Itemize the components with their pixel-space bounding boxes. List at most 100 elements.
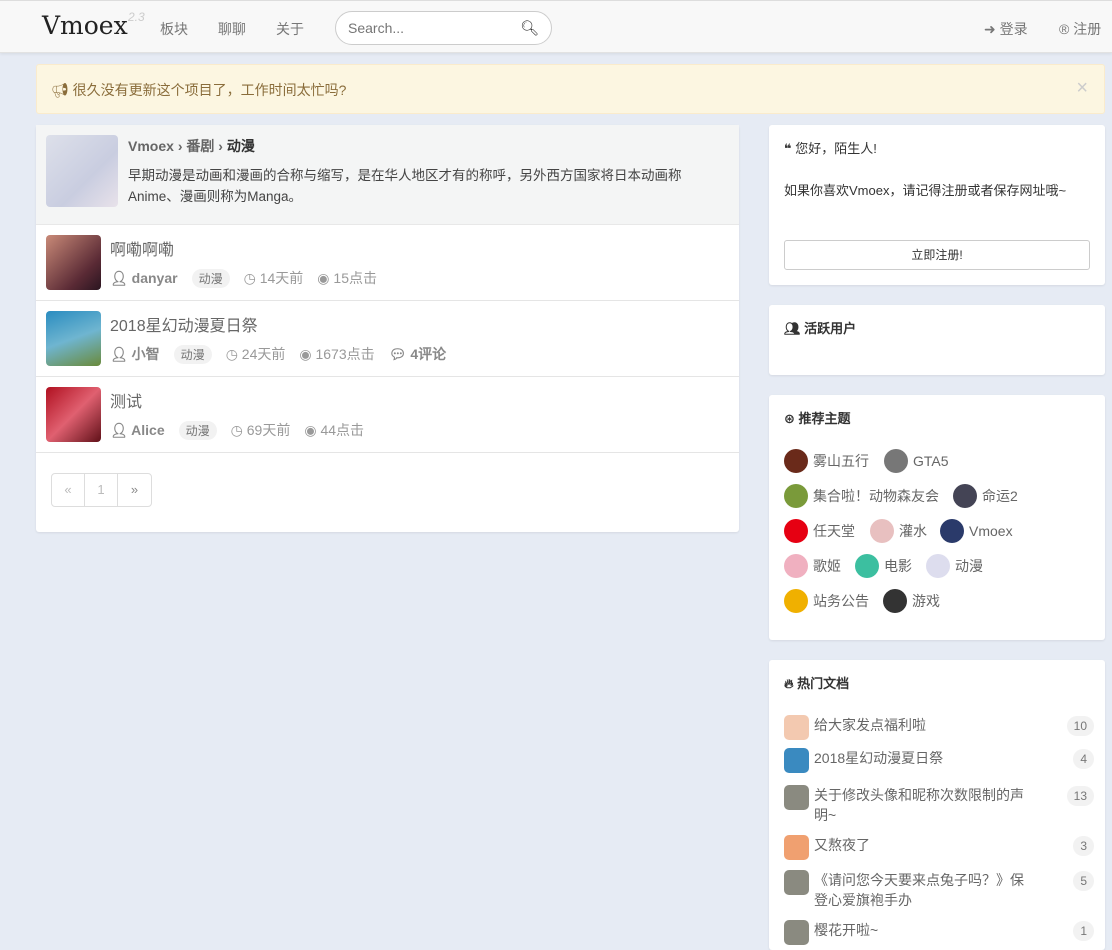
doc-title[interactable]: 樱花开啦~ [814,920,1029,940]
next-page[interactable]: » [118,474,151,506]
recommended-topics-panel: ⊛ 推荐主题 雾山五行 GTA5 集合啦！动物森友会 命运2 任天堂 灌水 Vmoex 歌姬 电… [769,395,1105,640]
topic-item[interactable]: 集合啦！动物森友会 [784,484,939,508]
topic-label: 电影 [884,558,912,574]
post-row[interactable]: 测试 👤︎ Alice 动漫 ◷ 69天前 ◉ 44点击 [36,377,739,453]
post-tag[interactable]: 动漫 [173,344,212,364]
welcome-panel: ❝ 您好，陌生人! 如果你喜欢Vmoex，请记得注册或者保存网址哦~ 立即注册! [769,125,1105,285]
hot-docs-panel: 🔥︎ 热门文档 给大家发点福利啦 10 2018星幻动漫夏日祭 4 关于修改头像和昵称次… [769,660,1105,950]
post-author[interactable]: 👤︎ danyar [110,270,178,287]
doc-count-badge: 3 [1073,836,1094,856]
hot-label: 热门文档 [797,676,850,691]
topic-item[interactable]: Vmoex [940,519,1013,543]
post-views: ◉ 1673点击 [299,346,375,362]
hot-title: 🔥︎ 热门文档 [784,673,849,692]
topic-icon [784,449,808,473]
doc-title[interactable]: 2018星幻动漫夏日祭 [814,748,1029,768]
doc-avatar [784,870,809,895]
topic-item[interactable]: 站务公告 [784,589,869,613]
nav-chat[interactable]: 聊聊 [218,19,246,39]
author-name: Alice [131,421,165,438]
node-avatar [46,135,118,207]
topic-item[interactable]: GTA5 [884,449,949,473]
node-description: 早期动漫是动画和漫画的合称与缩写，是在华人地区才有的称呼，另外西方国家将日本动画… [128,168,682,204]
nav-boards[interactable]: 板块 [160,19,188,39]
doc-title[interactable]: 又熬夜了 [814,835,1029,855]
quote-icon: ❝ [784,141,792,156]
post-row[interactable]: 啊嘞啊嘞 👤︎ danyar 动漫 ◷ 14天前 ◉ 15点击 [36,225,739,301]
topic-icon [884,449,908,473]
active-users-label: 活跃用户 [804,321,857,336]
doc-avatar [784,715,809,740]
doc-avatar [784,748,809,773]
crumb-home[interactable]: Vmoex [128,138,174,154]
post-title[interactable]: 2018星幻动漫夏日祭 [110,312,258,336]
topic-item[interactable]: 灌水 [870,519,927,543]
crumb-sep: › [177,138,183,154]
topics-label: 推荐主题 [798,411,851,426]
time-text: 14天前 [259,270,304,286]
topic-item[interactable]: 电影 [855,554,912,578]
topic-item[interactable]: 命运2 [953,484,1018,508]
topic-icon [855,554,879,578]
post-views: ◉ 44点击 [304,422,365,438]
post-author[interactable]: 👤︎ 小智 [110,344,160,364]
views-text: 1673点击 [315,346,375,362]
login-label: 登录 [999,21,1028,37]
life-ring-icon: ⊛ [784,411,795,426]
topic-item[interactable]: 动漫 [926,554,983,578]
doc-count-badge: 4 [1073,749,1094,769]
post-tag[interactable]: 动漫 [191,268,230,288]
topic-icon [784,589,808,613]
active-users-panel: 👥︎ 活跃用户 [769,305,1105,375]
topic-label: 命运2 [982,488,1018,504]
register-now-button[interactable]: 立即注册! [784,240,1090,270]
welcome-title: ❝ 您好，陌生人! [784,138,877,157]
topic-label: 雾山五行 [813,453,869,469]
post-avatar[interactable] [46,387,101,442]
author-name: 小智 [131,346,160,362]
topic-item[interactable]: 歌姬 [784,554,841,578]
topic-list-panel: Vmoex › 番剧 › 动漫 早期动漫是动画和漫画的合称与缩写，是在华人地区才… [36,125,739,532]
post-comments: 💬︎ 4评论 [388,346,447,362]
prev-page[interactable]: « [52,474,85,506]
close-icon[interactable]: × [1076,77,1088,100]
crumb-category[interactable]: 番剧 [186,138,214,154]
page-1[interactable]: 1 [85,474,118,506]
post-row[interactable]: 2018星幻动漫夏日祭 👤︎ 小智 动漫 ◷ 24天前 ◉ 1673点击 💬︎ … [36,301,739,377]
author-name: danyar [131,269,178,286]
doc-title[interactable]: 关于修改头像和昵称次数限制的声明~ [814,785,1029,825]
comments-text: 4评论 [410,346,447,362]
register-link[interactable]: ® 注册 [1059,19,1101,39]
topic-icon [953,484,977,508]
bullhorn-icon: 📢︎ [51,82,69,98]
post-author[interactable]: 👤︎ Alice [110,422,165,439]
search-input[interactable] [348,20,508,36]
post-title[interactable]: 啊嘞啊嘞 [110,236,174,260]
topic-item[interactable]: 雾山五行 [784,449,869,473]
topic-icon [926,554,950,578]
doc-avatar [784,920,809,945]
topic-label: 任天堂 [813,523,855,539]
sign-in-icon: ➜ [984,21,996,37]
doc-title[interactable]: 《请问您今天要来点兔子吗？》保登心爱旗袍手办 [814,870,1029,910]
topic-label: 集合啦！动物森友会 [813,488,939,504]
fire-icon: 🔥︎ [784,676,794,691]
registered-icon: ® [1059,21,1070,37]
topic-item[interactable]: 任天堂 [784,519,855,543]
post-tag[interactable]: 动漫 [178,420,217,440]
brand-logo[interactable]: Vmoex [42,11,128,40]
post-avatar[interactable] [46,235,101,290]
post-avatar[interactable] [46,311,101,366]
doc-title[interactable]: 给大家发点福利啦 [814,715,1029,735]
post-time: ◷ 14天前 [243,270,304,286]
topic-label: GTA5 [913,453,949,469]
topic-item[interactable]: 游戏 [883,589,940,613]
post-title[interactable]: 测试 [110,388,142,412]
doc-count-badge: 5 [1073,871,1094,891]
topic-label: 动漫 [955,558,983,574]
topic-label: 歌姬 [813,558,841,574]
login-link[interactable]: ➜ 登录 [984,19,1028,39]
search-icon[interactable]: 🔍︎ [520,19,539,37]
nav-about[interactable]: 关于 [276,19,304,39]
views-text: 44点击 [320,422,365,438]
